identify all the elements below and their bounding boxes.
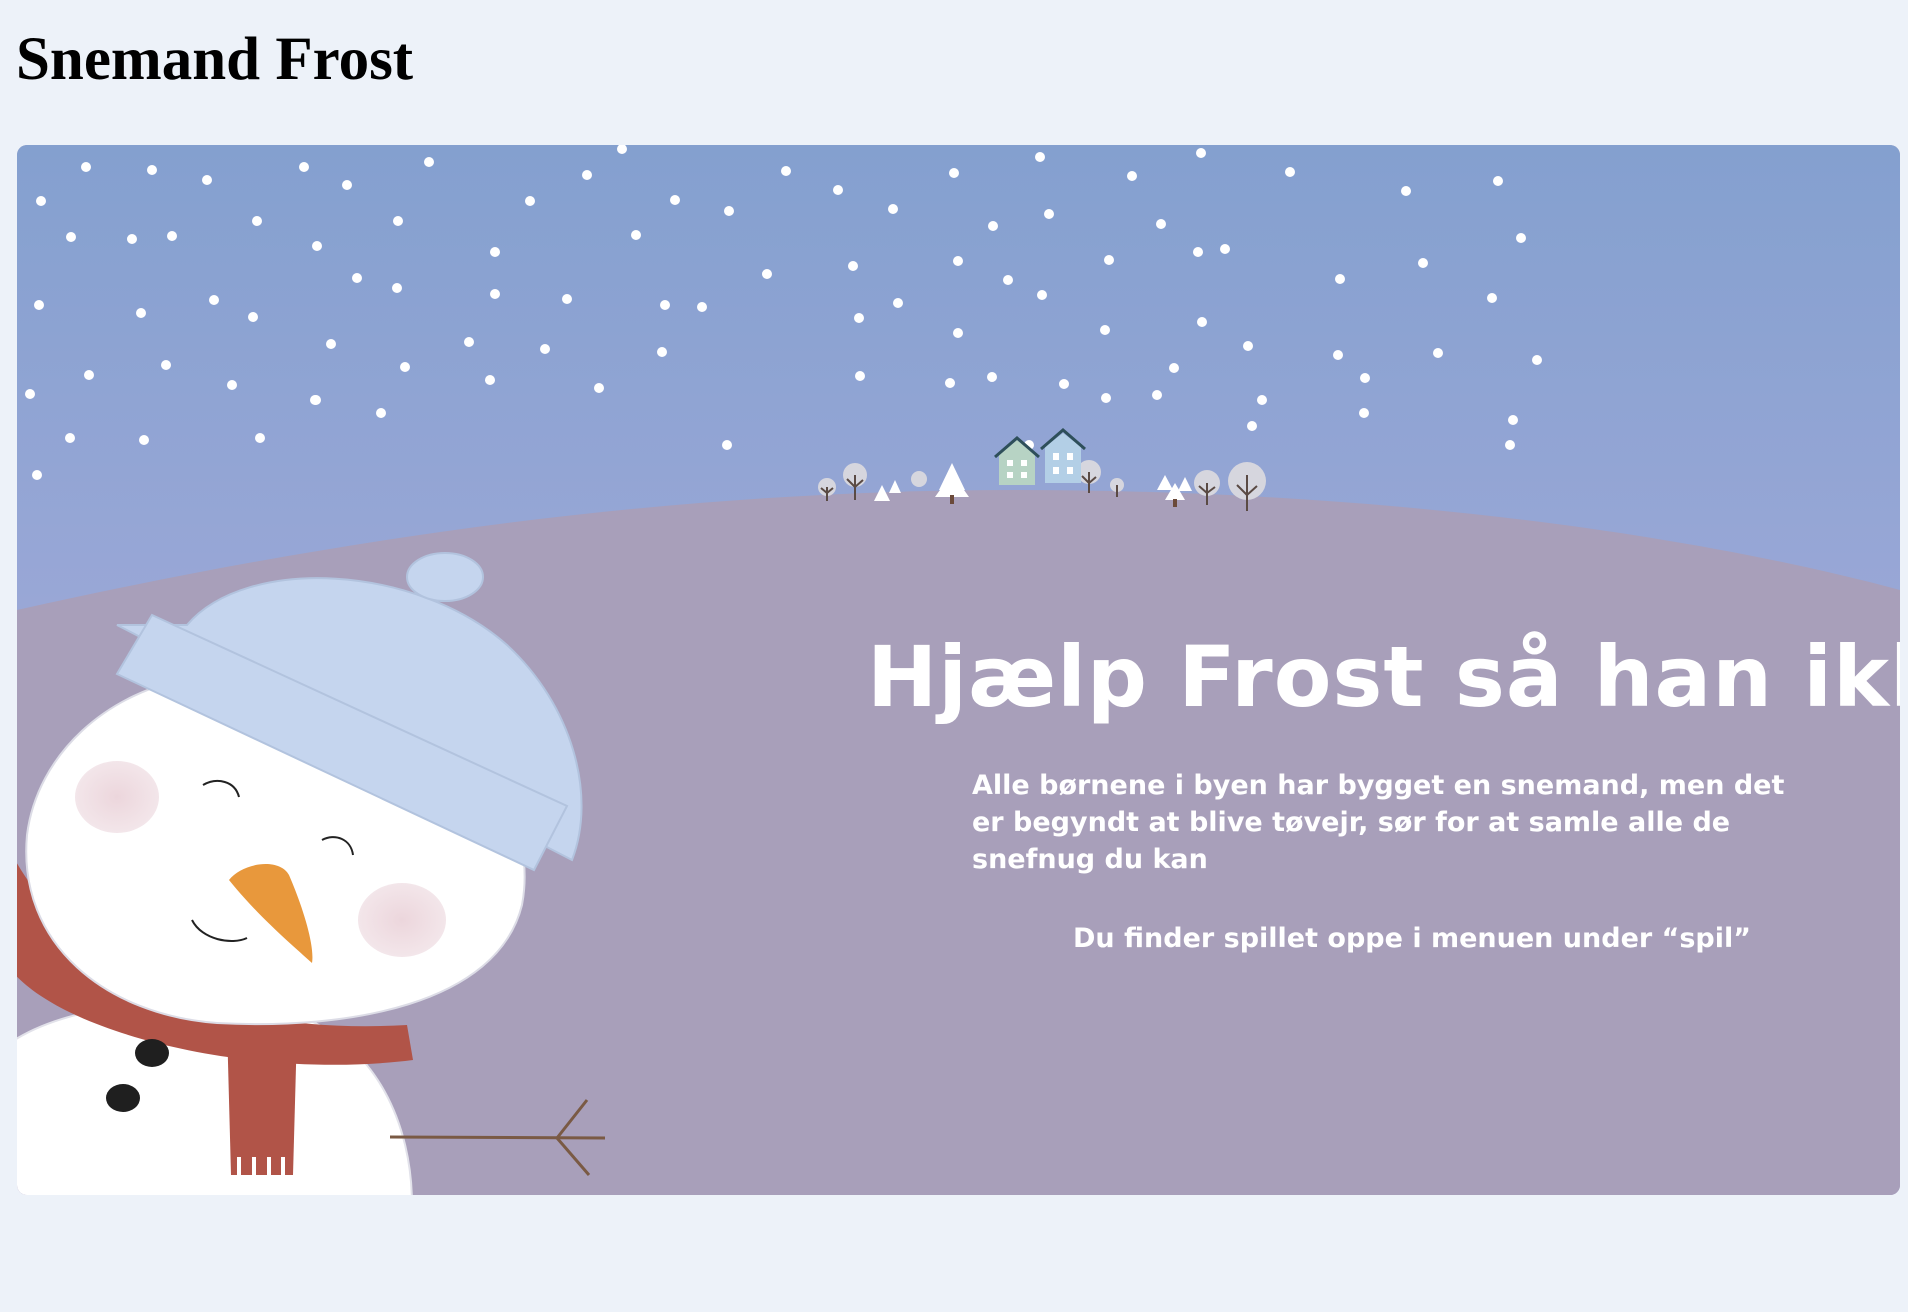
snowflake — [376, 408, 386, 418]
snowflake — [631, 230, 641, 240]
page-title: Snemand Frost — [16, 26, 414, 93]
snowflake — [227, 380, 237, 390]
snowflake — [65, 433, 75, 443]
snowflake — [762, 269, 772, 279]
snowflake — [1487, 293, 1497, 303]
snowflake — [400, 362, 410, 372]
snowflake — [722, 440, 732, 450]
snowflake — [893, 298, 903, 308]
snowflake — [1152, 390, 1162, 400]
snowflake — [311, 395, 321, 405]
snowflake — [1257, 395, 1267, 405]
snowflake — [490, 247, 500, 257]
snowflake — [252, 216, 262, 226]
snowflake — [485, 375, 495, 385]
snowflake — [1516, 233, 1526, 243]
snowflake — [161, 360, 171, 370]
snowflake — [1100, 325, 1110, 335]
snowflake — [1127, 171, 1137, 181]
snowflake — [81, 162, 91, 172]
snowflake — [209, 295, 219, 305]
snowflake — [1505, 440, 1515, 450]
snowflake — [464, 337, 474, 347]
snowflake — [1101, 393, 1111, 403]
game-menu-hint: Du finder spillet oppe i menuen under “s… — [1073, 923, 1751, 954]
snowflake — [1247, 421, 1257, 431]
snowflake — [1508, 415, 1518, 425]
snowflake — [657, 347, 667, 357]
snowflake — [326, 339, 336, 349]
snowflake — [1418, 258, 1428, 268]
snowflake — [1156, 219, 1166, 229]
snowflake — [670, 195, 680, 205]
snowflake — [342, 180, 352, 190]
snowflake — [1493, 176, 1503, 186]
snowflake — [36, 196, 46, 206]
snowflake — [949, 168, 959, 178]
snowflake — [312, 241, 322, 251]
snowflake — [1335, 274, 1345, 284]
snowflake — [255, 433, 265, 443]
snowflake — [781, 166, 791, 176]
snowflake — [1359, 408, 1369, 418]
snowflake — [987, 372, 997, 382]
snowflake — [1044, 209, 1054, 219]
snowflake — [424, 157, 434, 167]
snowflake — [248, 312, 258, 322]
snowflake — [525, 196, 535, 206]
snowflake — [147, 165, 157, 175]
snowflake — [833, 185, 843, 195]
snowflake — [1285, 167, 1295, 177]
snowflake — [1197, 317, 1207, 327]
snowflake — [167, 231, 177, 241]
snowflake — [352, 273, 362, 283]
snowflake — [1059, 379, 1069, 389]
snowflake — [1193, 247, 1203, 257]
snowflake — [136, 308, 146, 318]
snowflake — [392, 283, 402, 293]
snowflake — [582, 170, 592, 180]
snowflake — [1401, 186, 1411, 196]
scene-heading: Hjælp Frost så han ikke tør — [867, 628, 1900, 726]
snowflake — [1035, 152, 1045, 162]
scene-description: Alle børnene i byen har bygget en sneman… — [972, 770, 1785, 875]
snowflake — [594, 383, 604, 393]
snowflake — [953, 256, 963, 266]
snowflake — [1104, 255, 1114, 265]
snowflake — [724, 206, 734, 216]
snowflake — [854, 313, 864, 323]
snowflake — [84, 370, 94, 380]
snowflake — [1433, 348, 1443, 358]
snowflake — [66, 232, 76, 242]
snowflake — [1003, 275, 1013, 285]
snowflake — [562, 294, 572, 304]
snowflake — [1220, 244, 1230, 254]
snowflake — [393, 216, 403, 226]
snowflake — [1532, 355, 1542, 365]
snowflake — [888, 204, 898, 214]
snowflake — [34, 300, 44, 310]
game-intro-banner: Hjælp Frost så han ikke tør Alle børnene… — [17, 145, 1900, 1195]
snowflake — [1037, 290, 1047, 300]
snowflake — [1196, 148, 1206, 158]
snowflake — [660, 300, 670, 310]
snowflake — [1243, 341, 1253, 351]
snowflake — [139, 435, 149, 445]
snowflake — [855, 371, 865, 381]
snowflake — [697, 302, 707, 312]
snowflake — [25, 389, 35, 399]
snowflake — [1169, 363, 1179, 373]
snowflake — [848, 261, 858, 271]
snowflake — [490, 289, 500, 299]
snowflake — [988, 221, 998, 231]
snowflake — [953, 328, 963, 338]
snowflake — [299, 162, 309, 172]
snowflake — [32, 470, 42, 480]
snowflake — [202, 175, 212, 185]
snowflake — [945, 378, 955, 388]
snowflake — [540, 344, 550, 354]
snowflake — [1333, 350, 1343, 360]
snowflake — [1360, 373, 1370, 383]
snowflake — [127, 234, 137, 244]
